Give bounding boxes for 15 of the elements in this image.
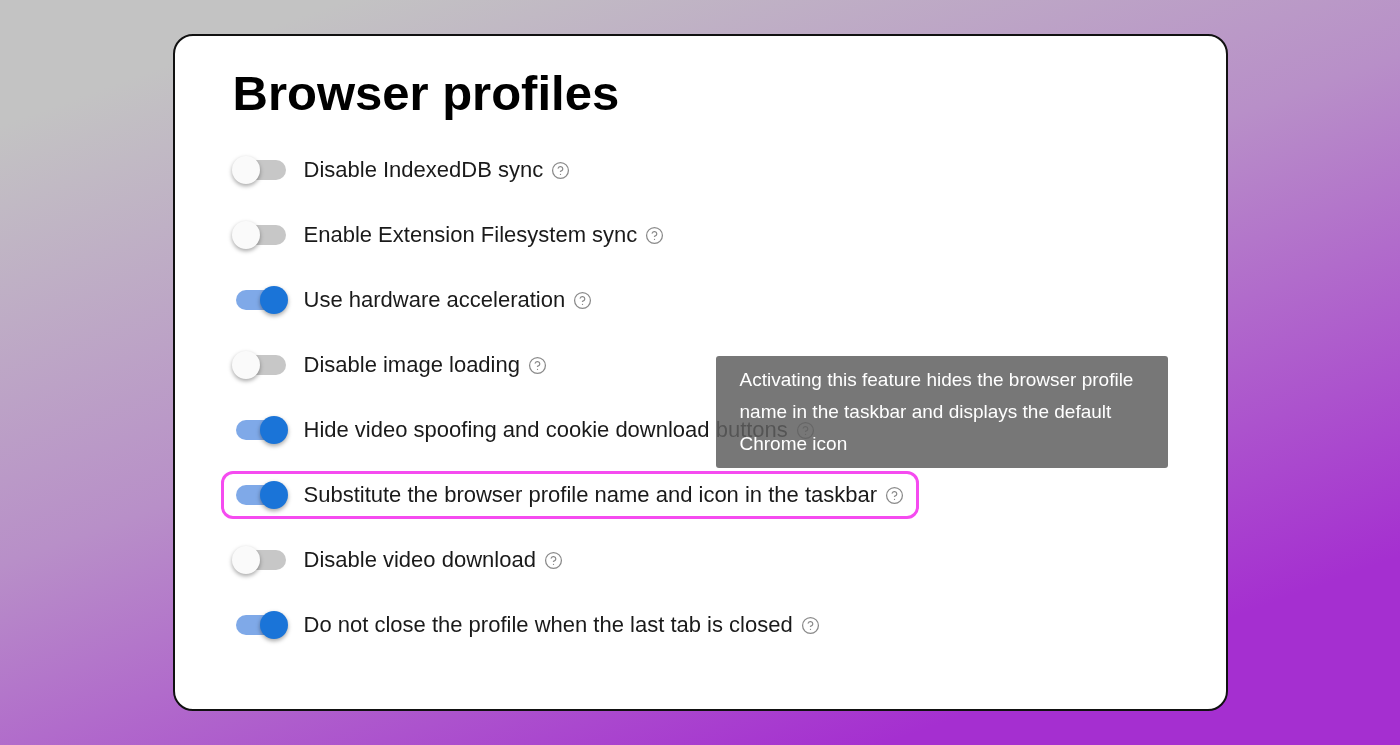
help-icon[interactable] [551, 160, 571, 180]
help-icon[interactable] [573, 290, 593, 310]
help-icon[interactable] [800, 615, 820, 635]
setting-label: Disable video download [303, 547, 536, 573]
setting-label: Substitute the browser profile name and icon in the taskbar [303, 482, 878, 508]
setting-label: Disable IndexedDB sync [303, 157, 544, 183]
setting-label: Disable image loading [303, 352, 520, 378]
setting-label: Do not close the profile when the last tab is closed [303, 612, 793, 638]
setting-label: Enable Extension Filesystem sync [303, 222, 638, 248]
help-icon[interactable] [885, 485, 905, 505]
page-title: Browser profiles [232, 65, 621, 122]
help-icon[interactable] [527, 355, 547, 375]
help-icon[interactable] [543, 550, 563, 570]
setting-label: Use hardware acceleration [303, 287, 566, 313]
help-icon[interactable] [645, 225, 665, 245]
